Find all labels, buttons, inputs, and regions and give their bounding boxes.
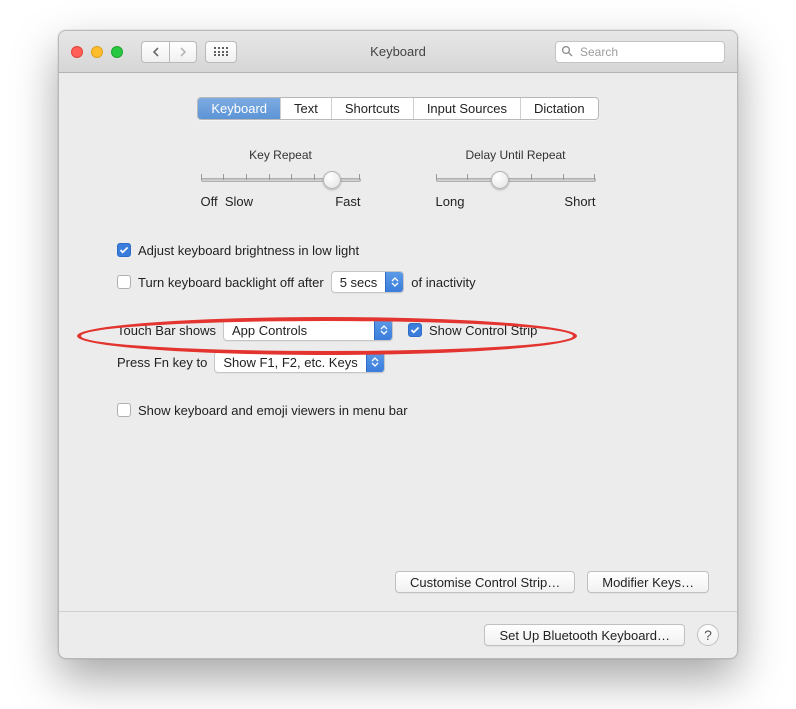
titlebar: Keyboard [59,31,737,73]
sliders-row: Key Repeat Off Slow Fast Delay Until Rep… [87,148,709,209]
tab-bar: KeyboardTextShortcutsInput SourcesDictat… [87,97,709,120]
show-viewers-row: Show keyboard and emoji viewers in menu … [117,399,709,421]
grid-icon [214,47,228,56]
tab-keyboard[interactable]: Keyboard [198,98,281,119]
delay-slider: Delay Until Repeat Long Short [436,148,596,209]
label: Press Fn key to [117,355,207,370]
label: of inactivity [411,275,475,290]
footer: Set Up Bluetooth Keyboard… ? [59,611,737,658]
touch-bar-row: Touch Bar shows App Controls Show Contro… [117,319,709,341]
tab-dictation[interactable]: Dictation [521,98,598,119]
slider-labels: Off Slow Fast [201,194,361,209]
tab-shortcuts[interactable]: Shortcuts [332,98,414,119]
slider-track[interactable] [201,170,361,190]
setup-bluetooth-keyboard-button[interactable]: Set Up Bluetooth Keyboard… [484,624,685,646]
search-input[interactable] [555,41,725,63]
search-wrap [555,41,725,63]
show-control-strip-checkbox[interactable] [408,323,422,337]
back-button[interactable] [141,41,169,63]
slider-labels: Long Short [436,194,596,209]
help-button[interactable]: ? [697,624,719,646]
select-value: 5 secs [332,275,386,290]
fn-key-row: Press Fn key to Show F1, F2, etc. Keys [117,351,709,373]
bottom-buttons: Customise Control Strip… Modifier Keys… [87,571,709,593]
checkbox-label: Show Control Strip [429,323,537,338]
slider-title: Delay Until Repeat [465,148,565,162]
tab-text[interactable]: Text [281,98,332,119]
label: Touch Bar shows [117,323,216,338]
backlight-timeout-select[interactable]: 5 secs [331,271,405,293]
checkbox-label: Show keyboard and emoji viewers in menu … [138,403,408,418]
select-value: App Controls [224,323,374,338]
checkbox-label: Adjust keyboard brightness in low light [138,243,359,258]
show-all-button[interactable] [205,41,237,63]
nav-buttons [141,41,197,63]
select-value: Show F1, F2, etc. Keys [215,355,365,370]
adjust-brightness-checkbox[interactable] [117,243,131,257]
forward-button[interactable] [169,41,197,63]
slider-knob[interactable] [491,171,509,189]
slider-track[interactable] [436,170,596,190]
customise-control-strip-button[interactable]: Customise Control Strip… [395,571,575,593]
stepper-icon [374,320,392,340]
modifier-keys-button[interactable]: Modifier Keys… [587,571,709,593]
preferences-window: Keyboard KeyboardTextShortcutsInput Sour… [58,30,738,659]
search-icon [561,45,573,60]
close-icon[interactable] [71,46,83,58]
window-controls [71,46,123,58]
fn-key-select[interactable]: Show F1, F2, etc. Keys [214,351,384,373]
show-viewers-checkbox[interactable] [117,403,131,417]
adjust-brightness-row: Adjust keyboard brightness in low light [117,239,709,261]
zoom-icon[interactable] [111,46,123,58]
stepper-icon [385,272,403,292]
options-block: Adjust keyboard brightness in low light … [87,239,709,421]
backlight-off-row: Turn keyboard backlight off after 5 secs… [117,271,709,293]
minimize-icon[interactable] [91,46,103,58]
backlight-off-checkbox[interactable] [117,275,131,289]
slider-knob[interactable] [323,171,341,189]
touch-bar-select[interactable]: App Controls [223,319,393,341]
pane-body: KeyboardTextShortcutsInput SourcesDictat… [59,73,737,611]
slider-title: Key Repeat [249,148,312,162]
key-repeat-slider: Key Repeat Off Slow Fast [201,148,361,209]
tab-input-sources[interactable]: Input Sources [414,98,521,119]
label: Turn keyboard backlight off after [138,275,324,290]
stepper-icon [366,352,384,372]
